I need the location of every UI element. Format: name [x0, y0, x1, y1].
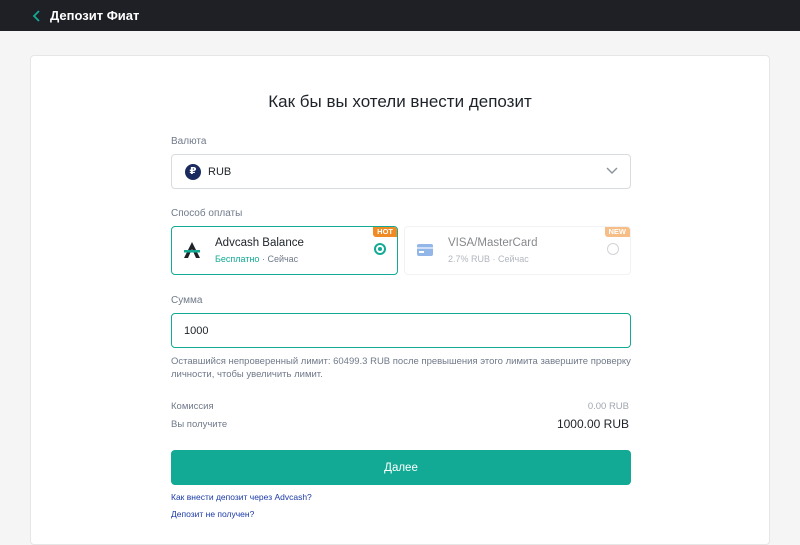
next-button[interactable]: Далее — [171, 450, 631, 485]
payment-option-advcash[interactable]: Advcash Balance Бесплатно · Сейчас HOT — [171, 226, 398, 275]
page-title: Депозит Фиат — [50, 8, 140, 23]
payment-name: VISA/MasterCard — [448, 237, 538, 249]
fee-label: Комиссия — [171, 401, 214, 412]
hot-badge: HOT — [373, 227, 397, 237]
currency-label: Валюта — [171, 136, 207, 147]
ruble-icon: ₽ — [185, 163, 201, 180]
chevron-left-icon — [32, 9, 40, 22]
fee-value: 0.00 RUB — [587, 401, 629, 412]
advcash-logo-icon — [184, 242, 200, 258]
radio-unselected[interactable] — [607, 243, 619, 255]
deposit-card: Как бы вы хотели внести депозит Валюта ₽… — [30, 55, 770, 545]
chevron-down-icon — [606, 167, 618, 174]
payment-name: Advcash Balance — [215, 237, 304, 249]
payment-fee: Бесплатно — [215, 254, 260, 264]
amount-input[interactable] — [171, 313, 631, 348]
receive-label: Вы получите — [171, 419, 228, 430]
currency-select[interactable]: ₽ RUB — [171, 154, 631, 189]
payment-time: · Сейчас — [259, 254, 299, 264]
form-heading: Как бы вы хотели внести депозит — [268, 92, 532, 111]
help-link-not-received[interactable]: Депозит не получен? — [171, 509, 254, 519]
new-badge: NEW — [604, 227, 630, 237]
receive-value: 1000.00 RUB — [556, 417, 629, 431]
payment-details: 2.7% RUB · Сейчас — [448, 254, 529, 264]
credit-card-icon — [417, 244, 433, 256]
radio-selected[interactable] — [374, 243, 386, 255]
payment-option-visa[interactable]: VISA/MasterCard 2.7% RUB · Сейчас NEW — [404, 226, 631, 275]
limit-note: Оставшийся непроверенный лимит: 60499.3 … — [171, 356, 631, 380]
payment-time: · Сейчас — [490, 254, 529, 264]
payment-fee: 2.7% RUB — [448, 254, 491, 264]
payment-method-label: Способ оплаты — [171, 208, 243, 219]
amount-label: Сумма — [171, 295, 203, 306]
currency-value: RUB — [208, 165, 232, 178]
top-bar: Депозит Фиат — [0, 0, 800, 31]
help-link-advcash[interactable]: Как внести депозит через Advcash? — [171, 492, 312, 502]
back-button[interactable]: Депозит Фиат — [32, 8, 139, 23]
payment-details: Бесплатно · Сейчас — [215, 254, 298, 264]
